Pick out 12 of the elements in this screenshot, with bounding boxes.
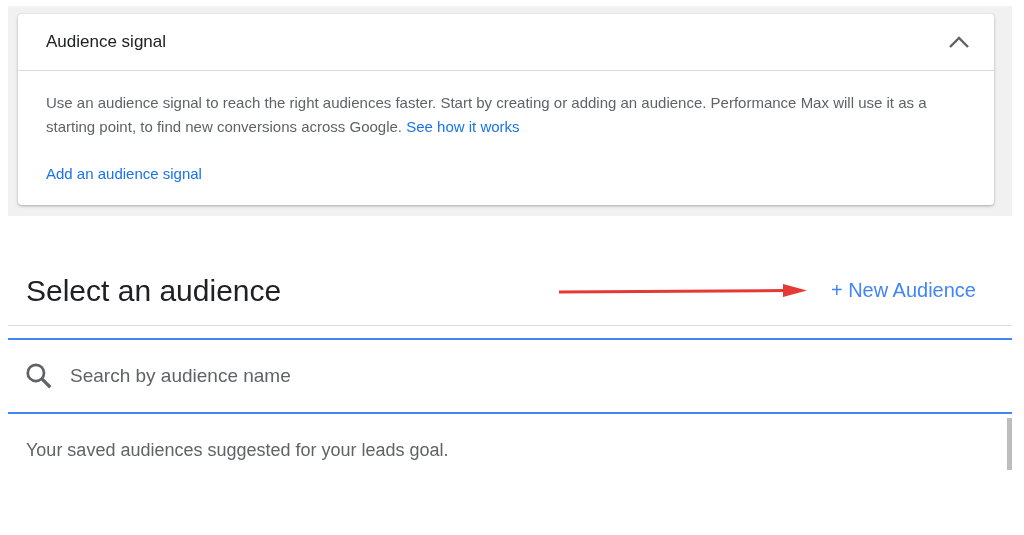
search-icon — [24, 361, 54, 391]
description-text: Use an audience signal to reach the right audiences faster. Start by creating or adding an audience. Performance Max will use it as a starting point, to find new conversions across Google. See how it works — [46, 93, 928, 137]
suggestion-text: Your saved audiences suggested for your leads goal. — [26, 440, 449, 461]
arrow-icon — [556, 282, 809, 299]
add-audience-signal-link[interactable]: Add an audience signal — [46, 165, 202, 182]
card-title: Audience signal — [46, 32, 167, 52]
chevron-icon[interactable] — [948, 35, 970, 49]
scrollbar[interactable] — [1007, 418, 1012, 470]
new-audience-button[interactable]: + New Audience — [830, 279, 976, 302]
see-how-it-works-link[interactable]: See how it works — [406, 118, 520, 135]
search-field[interactable]: Search by audience name — [68, 364, 1012, 388]
section-title: Select an audience — [26, 273, 283, 308]
